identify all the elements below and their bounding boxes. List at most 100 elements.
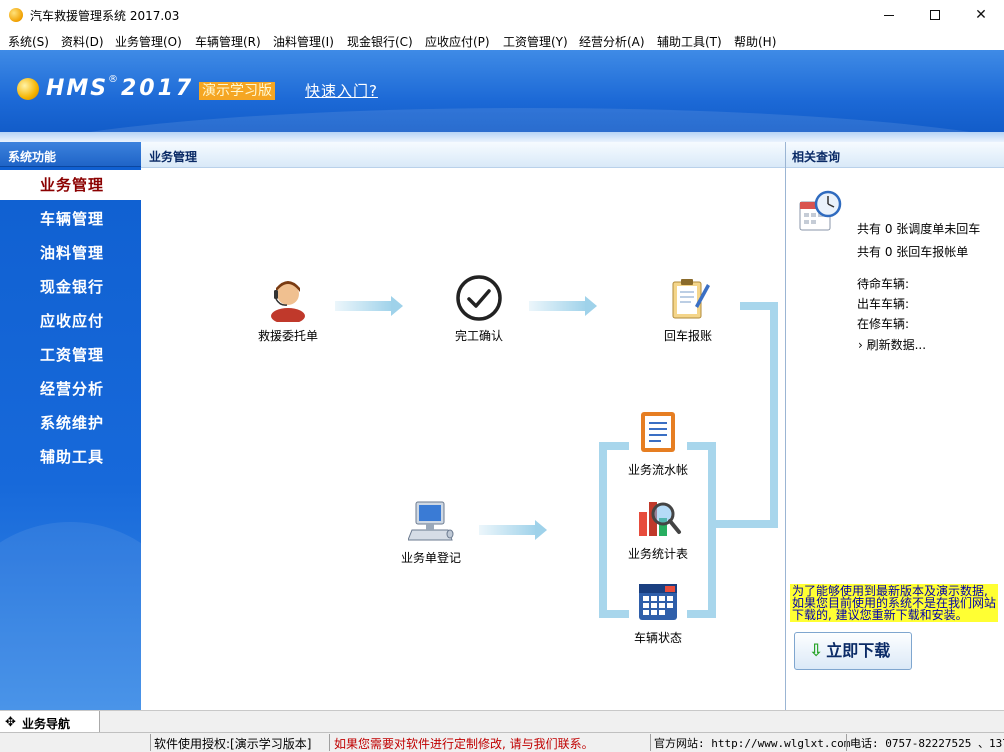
sidebar-item-receivable[interactable]: 应收应付 [0, 306, 141, 336]
app-window: 汽车救援管理系统 2017.03 ✕ 系统(S) 资料(D) 业务管理(O) 车… [0, 0, 1004, 752]
menu-receivable-payable[interactable]: 应收应付(P) [425, 33, 490, 50]
maximize-button[interactable] [912, 0, 958, 30]
related-query-title: 相关查询 [786, 142, 1004, 168]
workflow-panel: 救援委托单 完工确认 回车报账 业务流水帐 业务统计表 车辆状态 业务单登记 [141, 168, 785, 710]
menu-fuel[interactable]: 油料管理(I) [273, 33, 334, 50]
business-journal-label: 业务流水帐 [627, 463, 688, 477]
logo-registered: ® [108, 74, 118, 85]
app-icon [9, 8, 23, 22]
out-vehicles: 出车车辆: [857, 297, 910, 311]
download-arrow-icon: ⇩ [809, 641, 824, 661]
sidebar-item-fuel[interactable]: 油料管理 [0, 238, 141, 268]
repair-vehicles: 在修车辆: [857, 317, 910, 331]
computer-icon [407, 501, 454, 541]
sidebar-item-vehicle[interactable]: 车辆管理 [0, 204, 141, 234]
logo-text: HMS [46, 76, 109, 101]
flow-arrow [479, 520, 547, 540]
maximize-icon [930, 10, 940, 20]
connector-line [687, 442, 716, 450]
order-register-label: 业务单登记 [400, 551, 461, 565]
checkmark-icon [456, 275, 502, 321]
completion-confirm-node[interactable]: 完工确认 [446, 274, 512, 344]
vehicle-status-label: 车辆状态 [633, 631, 682, 645]
flow-arrow [335, 296, 403, 316]
quick-start-link[interactable]: 快速入门? [305, 80, 378, 101]
sidebar-item-business[interactable]: 业务管理 [0, 170, 141, 200]
sidebar: 系统功能 业务管理 车辆管理 油料管理 现金银行 应收应付 工资管理 经营分析 … [0, 142, 141, 710]
header-banner: HMS ® 2017 演示学习版 快速入门? [0, 50, 1004, 142]
operator-icon [271, 281, 305, 324]
sidebar-decoration [0, 522, 141, 710]
close-button[interactable]: ✕ [958, 0, 1004, 30]
customization-message: 如果您需要对软件进行定制修改, 请与我们联系。 [334, 737, 594, 751]
connector-line [708, 442, 716, 618]
navigation-icon: ✥ [5, 715, 16, 730]
menu-salary[interactable]: 工资管理(Y) [503, 33, 568, 50]
menu-data[interactable]: 资料(D) [61, 33, 104, 50]
minimize-button[interactable] [866, 0, 912, 30]
bottom-tab-strip: ✥ 业务导航 [0, 710, 1004, 733]
update-notice: 为了能够使用到最新版本及演示数据, 如果您目前使用的系统不是在我们网站下载的, … [790, 584, 998, 622]
connector-line [599, 442, 607, 618]
business-stats-label: 业务统计表 [627, 547, 688, 561]
close-icon: ✕ [975, 7, 987, 23]
sidebar-title: 系统功能 [0, 142, 141, 167]
menu-bar: 系统(S) 资料(D) 业务管理(O) 车辆管理(R) 油料管理(I) 现金银行… [0, 30, 1004, 50]
vehicle-status-node[interactable]: 车辆状态 [625, 578, 691, 646]
returned-report-count: 共有 0 张回车报帐单 [857, 245, 969, 259]
download-label: 立即下载 [826, 641, 891, 660]
minimize-icon [884, 14, 894, 16]
unreturned-dispatch-count: 共有 0 张调度单未回车 [857, 222, 981, 236]
rescue-order-node[interactable]: 救援委托单 [253, 276, 323, 344]
return-report-node[interactable]: 回车报账 [655, 276, 721, 344]
flow-arrow [529, 296, 597, 316]
calendar-icon [639, 584, 677, 620]
download-button[interactable]: ⇩ 立即下载 [794, 632, 912, 670]
menu-cash-bank[interactable]: 现金银行(C) [347, 33, 413, 50]
status-separator [329, 734, 330, 751]
menu-system[interactable]: 系统(S) [8, 33, 49, 50]
status-separator [150, 734, 151, 751]
menu-tools[interactable]: 辅助工具(T) [657, 33, 722, 50]
sidebar-item-maintenance[interactable]: 系统维护 [0, 408, 141, 438]
sidebar-item-salary[interactable]: 工资管理 [0, 340, 141, 370]
return-report-label: 回车报账 [663, 329, 712, 343]
status-bar: 软件使用授权:[演示学习版本] 如果您需要对软件进行定制修改, 请与我们联系。 … [0, 732, 1004, 752]
business-stats-node[interactable]: 业务统计表 [625, 494, 691, 562]
window-title: 汽车救援管理系统 2017.03 [30, 9, 180, 23]
order-register-node[interactable]: 业务单登记 [396, 500, 466, 566]
status-separator [650, 734, 651, 751]
official-website[interactable]: 官方网站: http://www.wlglxt.com [654, 735, 850, 751]
title-bar: 汽车救援管理系统 2017.03 ✕ [0, 0, 1004, 30]
sidebar-item-analysis[interactable]: 经营分析 [0, 374, 141, 404]
clipboard-pen-icon [672, 279, 710, 319]
license-status: 软件使用授权:[演示学习版本] [154, 737, 312, 751]
connector-line [770, 302, 778, 528]
refresh-data-link[interactable]: › 刷新数据... [858, 336, 926, 353]
status-separator [846, 734, 847, 751]
menu-analysis[interactable]: 经营分析(A) [579, 33, 645, 50]
tab-label: 业务导航 [22, 717, 71, 731]
menu-help[interactable]: 帮助(H) [734, 33, 776, 50]
standby-vehicles: 待命车辆: [857, 277, 910, 291]
sidebar-item-cash-bank[interactable]: 现金银行 [0, 272, 141, 302]
rescue-order-label: 救援委托单 [257, 329, 318, 343]
business-journal-node[interactable]: 业务流水帐 [625, 408, 691, 478]
banner-band [0, 132, 1004, 142]
ledger-icon [641, 412, 675, 452]
contact-phone: 电话: 0757-82227525 、1372 [850, 737, 1004, 750]
center-panel-title: 业务管理 [141, 142, 785, 168]
related-query-panel: 共有 0 张调度单未回车 共有 0 张回车报帐单 待命车辆: 出车车辆: 在修车… [786, 168, 1004, 710]
logo-icon [17, 78, 39, 100]
chart-magnifier-icon [639, 502, 681, 536]
completion-confirm-label: 完工确认 [454, 329, 503, 343]
menu-vehicle[interactable]: 车辆管理(R) [195, 33, 261, 50]
tab-business-navigation[interactable]: ✥ 业务导航 [0, 711, 100, 733]
logo-year: 2017 [121, 76, 195, 101]
calendar-clock-icon [799, 190, 842, 231]
menu-business[interactable]: 业务管理(O) [115, 33, 182, 50]
demo-badge: 演示学习版 [199, 82, 275, 100]
sidebar-item-tools[interactable]: 辅助工具 [0, 442, 141, 472]
connector-line [712, 520, 778, 528]
connector-line [687, 610, 716, 618]
